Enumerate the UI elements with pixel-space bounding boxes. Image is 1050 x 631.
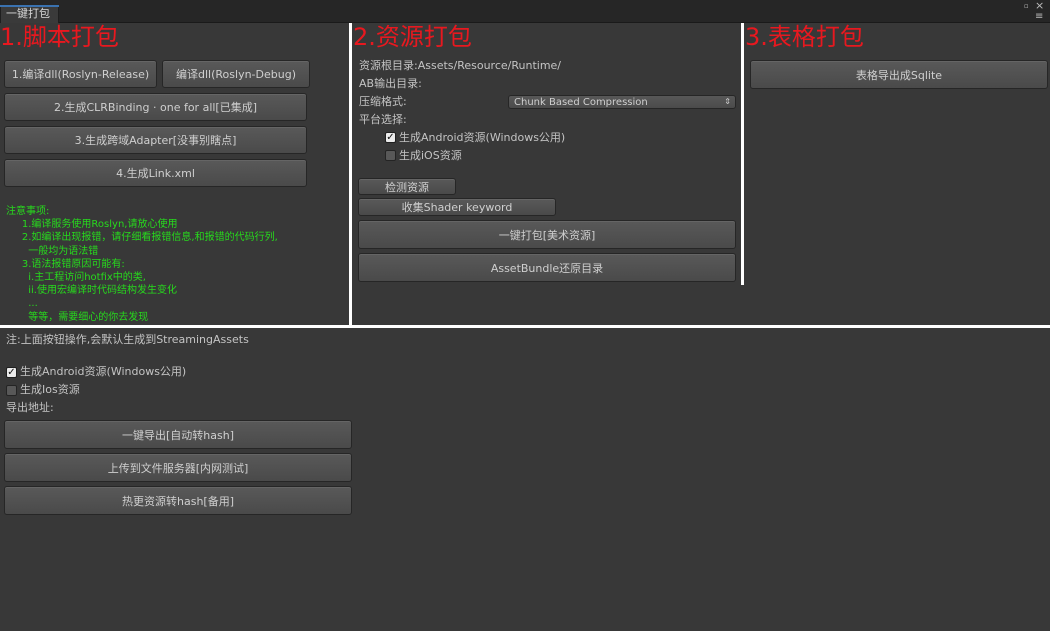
notes-block: 注意事项: 1.编译服务使用Roslyn,请放心使用 2.如编译出现报错，请仔细… (6, 205, 278, 324)
bottom-android-checkbox[interactable]: ✓ (6, 367, 17, 378)
minimize-icon[interactable]: ▫ (1024, 2, 1029, 11)
check-assets-button[interactable]: 检测资源 (358, 178, 456, 195)
divider-vertical-2 (741, 23, 744, 285)
note-line: 1.编译服务使用Roslyn,请放心使用 (6, 219, 178, 231)
close-icon[interactable]: × (1035, 0, 1044, 11)
divider-vertical-1 (349, 23, 352, 326)
bottom-ios-checkbox[interactable] (6, 385, 17, 396)
compression-select-value: Chunk Based Compression (514, 96, 648, 108)
note-line: ... (6, 298, 38, 310)
bottom-android-checkbox-label: 生成Android资源(Windows公用) (20, 365, 187, 378)
asset-section-heading: 2.资源打包 (353, 23, 472, 51)
resource-root-label: 资源根目录:Assets/Resource/Runtime/ (359, 59, 562, 72)
table-section-heading: 3.表格打包 (745, 23, 864, 51)
android-checkbox-label: 生成Android资源(Windows公用) (399, 131, 566, 144)
ab-output-label: AB输出目录: (359, 77, 422, 90)
select-arrows-icon: ⇕ (724, 97, 731, 106)
upload-server-button[interactable]: 上传到文件服务器[内网测试] (4, 453, 352, 482)
ios-checkbox-label: 生成iOS资源 (399, 149, 462, 162)
note-line: 一般均为语法错 (6, 245, 99, 257)
link-xml-button[interactable]: 4.生成Link.xml (4, 159, 307, 187)
ios-checkbox[interactable] (385, 150, 396, 161)
clr-binding-button[interactable]: 2.生成CLRBinding · one for all[已集成] (4, 93, 307, 121)
menu-icon[interactable]: ≡ (1035, 12, 1043, 22)
restore-dir-button[interactable]: AssetBundle还原目录 (358, 253, 736, 282)
adapter-button[interactable]: 3.生成跨域Adapter[没事别瞎点] (4, 126, 307, 154)
export-path-label: 导出地址: (6, 401, 54, 414)
checkmark-icon: ✓ (7, 367, 16, 378)
platform-label: 平台选择: (359, 113, 407, 126)
hotfix-hash-button[interactable]: 热更资源转hash[备用] (4, 486, 352, 515)
compression-label: 压缩格式: (359, 95, 407, 108)
streaming-assets-note: 注:上面按钮操作,会默认生成到StreamingAssets (6, 333, 249, 346)
one-click-art-button[interactable]: 一键打包[美术资源] (358, 220, 736, 249)
divider-horizontal (0, 325, 1050, 328)
window-tab[interactable]: 一键打包 (0, 5, 59, 23)
note-line: 3.语法报错原因可能有: (6, 258, 125, 270)
note-line: ii.使用宏编译时代码结构发生变化 (6, 285, 177, 297)
window-tab-bar (0, 0, 1050, 23)
android-checkbox[interactable]: ✓ (385, 132, 396, 143)
compression-select[interactable]: Chunk Based Compression ⇕ (508, 95, 736, 109)
note-line: 等等，需要细心的你去发现 (6, 311, 149, 323)
export-sqlite-button[interactable]: 表格导出成Sqlite (750, 60, 1048, 89)
note-line: 2.如编译出现报错，请仔细看报错信息,和报错的代码行列, (6, 232, 278, 244)
compile-release-button[interactable]: 1.编译dll(Roslyn-Release) (4, 60, 157, 88)
compile-debug-button[interactable]: 编译dll(Roslyn-Debug) (162, 60, 310, 88)
collect-shader-button[interactable]: 收集Shader keyword (358, 198, 556, 216)
script-section-heading: 1.脚本打包 (0, 23, 119, 51)
checkmark-icon: ✓ (386, 132, 395, 143)
one-click-export-button[interactable]: 一键导出[自动转hash] (4, 420, 352, 449)
note-line: 注意事项: (6, 206, 50, 217)
note-line: i.主工程访问hotfix中的类, (6, 272, 146, 284)
bottom-ios-checkbox-label: 生成Ios资源 (20, 383, 80, 396)
window-tab-accent (0, 5, 59, 7)
